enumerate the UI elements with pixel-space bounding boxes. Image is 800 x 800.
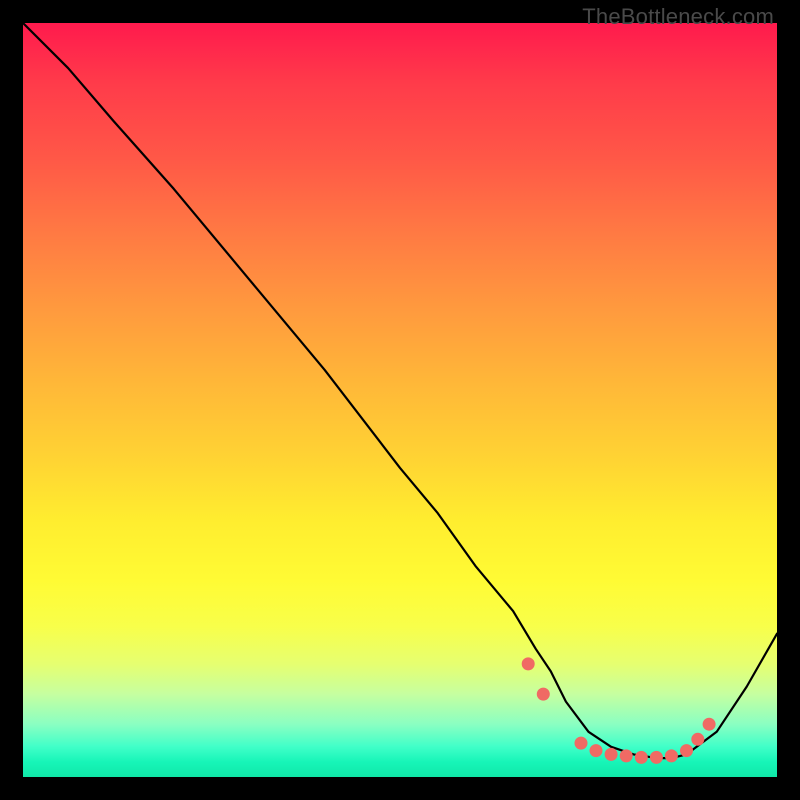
- watermark-text: TheBottleneck.com: [582, 4, 774, 30]
- data-marker: [575, 737, 587, 749]
- data-marker: [650, 751, 662, 763]
- plot-area: [23, 23, 777, 777]
- chart-frame: TheBottleneck.com: [0, 0, 800, 800]
- data-marker: [665, 750, 677, 762]
- data-marker: [537, 688, 549, 700]
- data-marker: [522, 658, 534, 670]
- data-marker: [635, 751, 647, 763]
- data-marker: [605, 748, 617, 760]
- chart-svg: [23, 23, 777, 777]
- bottleneck-curve: [23, 23, 777, 758]
- data-marker: [703, 718, 715, 730]
- data-marker: [681, 745, 693, 757]
- data-marker: [620, 750, 632, 762]
- data-marker: [692, 733, 704, 745]
- data-marker: [590, 745, 602, 757]
